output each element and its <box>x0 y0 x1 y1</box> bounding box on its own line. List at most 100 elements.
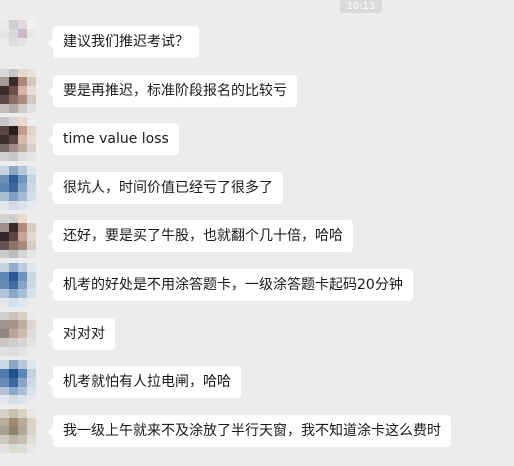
avatar-pixel <box>0 143 9 153</box>
avatar-pixel <box>18 426 27 436</box>
avatar-pixel <box>27 377 36 387</box>
avatar-pixel <box>36 192 45 201</box>
avatar-pixel <box>18 435 27 444</box>
chat-message: 机考就怕有人拉电闸，哈哈 <box>0 360 514 405</box>
message-bubble[interactable]: 很坑人，时间价值已经亏了很多了 <box>48 171 283 204</box>
message-bubble[interactable]: 对对对 <box>48 317 115 350</box>
avatar-pixel <box>36 443 45 453</box>
avatar-pixel <box>0 377 9 387</box>
message-bubble[interactable]: 建议我们推迟考试？ <box>48 26 199 58</box>
avatar-pixel <box>36 68 45 78</box>
avatar-pixel <box>36 223 45 232</box>
avatar-pixel <box>27 134 36 144</box>
avatar[interactable] <box>0 20 45 64</box>
avatar-pixel <box>9 37 18 47</box>
avatar-pixel <box>36 329 45 338</box>
avatar-pixel <box>9 377 18 387</box>
avatar-pixel <box>36 200 45 210</box>
avatar-pixel <box>18 214 27 224</box>
avatar-pixel <box>0 165 9 175</box>
avatar-pixel <box>0 68 9 78</box>
message-bubble[interactable]: 还好，要是买了牛股，也就翻个几十倍，哈哈 <box>48 220 353 253</box>
avatar-pixel <box>27 214 36 224</box>
message-bubble[interactable]: time value loss <box>48 123 179 156</box>
avatar[interactable] <box>0 360 45 405</box>
avatar-pixel <box>36 271 45 281</box>
avatar-pixel <box>0 435 9 444</box>
chat-message: 建议我们推迟考试？ <box>0 20 514 64</box>
avatar-pixel <box>27 183 36 193</box>
avatar-pixel <box>0 77 9 87</box>
avatar-pixel <box>9 395 18 405</box>
avatar-pixel <box>36 125 45 135</box>
avatar[interactable] <box>0 263 45 307</box>
avatar-pixel <box>9 271 18 281</box>
avatar-pixel <box>18 152 27 162</box>
avatar-pixel <box>9 214 18 224</box>
avatar[interactable] <box>0 165 45 210</box>
avatar-pixel <box>18 320 27 330</box>
avatar-pixel <box>0 360 9 369</box>
avatar-pixel <box>9 386 18 396</box>
chat-message: 对对对 <box>0 311 514 356</box>
chat-timestamp: 10:13 <box>340 0 382 13</box>
avatar-pixel <box>0 183 9 193</box>
avatar-pixel <box>18 417 27 427</box>
avatar-pixel <box>18 377 27 387</box>
message-bubble[interactable]: 我一级上午就来不及涂放了半行天窗，我不知道涂卡这么费时 <box>48 414 451 447</box>
avatar-pixel <box>18 37 27 47</box>
message-bubble[interactable]: 机考就怕有人拉电闸，哈哈 <box>48 366 241 399</box>
avatar-pixel <box>9 417 18 427</box>
message-bubble[interactable]: 机考的好处是不用涂答题卡，一级涂答题卡起码20分钟 <box>48 269 413 301</box>
avatar-pixel <box>9 68 18 78</box>
avatar-pixel <box>27 337 36 347</box>
avatar[interactable] <box>0 68 45 113</box>
avatar[interactable] <box>0 214 45 259</box>
avatar-pixel <box>27 28 36 38</box>
avatar[interactable] <box>0 117 45 162</box>
avatar-pixel <box>27 200 36 210</box>
avatar-pixel <box>27 368 36 378</box>
avatar-pixel <box>0 298 9 307</box>
avatar-pixel <box>18 240 27 250</box>
avatar-pixel <box>18 20 27 29</box>
avatar-pixel <box>9 86 18 95</box>
avatar-pixel <box>36 103 45 113</box>
avatar-pixel <box>27 395 36 405</box>
avatar-pixel <box>27 289 36 299</box>
avatar[interactable] <box>0 408 45 453</box>
avatar-pixel <box>18 311 27 321</box>
avatar-pixel <box>0 174 9 184</box>
avatar-pixel <box>36 298 45 307</box>
avatar-pixel <box>36 28 45 38</box>
avatar-pixel <box>9 94 18 104</box>
avatar-pixel <box>9 192 18 201</box>
avatar-pixel <box>27 249 36 259</box>
avatar-pixel <box>18 134 27 144</box>
avatar-pixel <box>27 68 36 78</box>
avatar-pixel <box>0 103 9 113</box>
avatar-pixel <box>0 417 9 427</box>
avatar-pixel <box>9 435 18 444</box>
avatar-pixel <box>0 320 9 330</box>
avatar-pixel <box>27 231 36 241</box>
avatar-pixel <box>36 77 45 87</box>
avatar-pixel <box>9 289 18 299</box>
avatar-pixel <box>27 320 36 330</box>
avatar-pixel <box>18 337 27 347</box>
avatar-pixel <box>9 183 18 193</box>
avatar-pixel <box>0 86 9 95</box>
avatar-pixel <box>18 231 27 241</box>
avatar-pixel <box>9 426 18 436</box>
message-bubble[interactable]: 要是再推迟，标准阶段报名的比较亏 <box>48 74 297 107</box>
avatar-pixel <box>9 408 18 418</box>
avatar-pixel <box>9 320 18 330</box>
avatar-pixel <box>18 271 27 281</box>
avatar-pixel <box>0 37 9 47</box>
avatar[interactable] <box>0 311 45 356</box>
avatar-pixel <box>36 117 45 126</box>
avatar-pixel <box>27 46 36 56</box>
avatar-pixel <box>0 231 9 241</box>
avatar-pixel <box>18 360 27 369</box>
avatar-pixel <box>36 368 45 378</box>
